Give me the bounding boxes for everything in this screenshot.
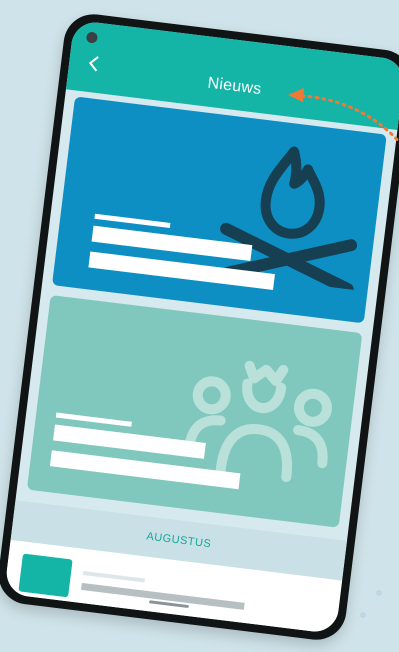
list-item-thumbnail (18, 553, 73, 598)
background-dot (360, 612, 366, 618)
background-dot (376, 590, 382, 596)
news-card[interactable] (26, 294, 363, 528)
card-tag-placeholder (94, 213, 171, 228)
list-item-title-placeholder (81, 582, 245, 610)
annotation-arrow (288, 88, 399, 145)
card-tag-placeholder (55, 412, 132, 427)
list-item-meta-placeholder (82, 570, 145, 583)
